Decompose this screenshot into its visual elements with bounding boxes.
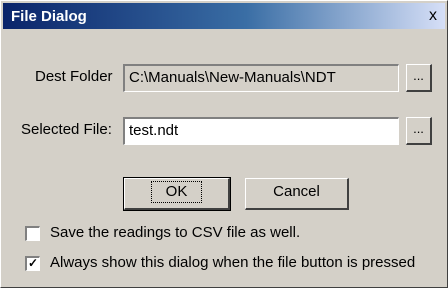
save-csv-checkbox[interactable] (25, 226, 40, 241)
selected-file-label: Selected File: (21, 121, 112, 138)
ok-button-label: OK (150, 181, 203, 203)
dest-folder-label: Dest Folder (35, 68, 113, 85)
selected-file-input[interactable]: test.ndt (123, 117, 399, 145)
always-show-label: Always show this dialog when the file bu… (50, 254, 416, 271)
ok-button[interactable]: OK (123, 177, 231, 211)
title-bar: File Dialog x (3, 3, 445, 29)
save-csv-label: Save the readings to CSV file as well. (50, 224, 301, 241)
close-icon[interactable]: x (423, 6, 443, 26)
always-show-checkbox[interactable]: ✓ (25, 256, 40, 271)
file-dialog-window: File Dialog x Dest Folder C:\Manuals\New… (0, 0, 448, 288)
dest-folder-browse-button[interactable]: ... (406, 64, 432, 92)
dest-folder-field[interactable]: C:\Manuals\New-Manuals\NDT (123, 64, 399, 92)
selected-file-browse-button[interactable]: ... (406, 117, 432, 145)
cancel-button[interactable]: Cancel (245, 178, 349, 210)
window-title: File Dialog (11, 8, 87, 25)
